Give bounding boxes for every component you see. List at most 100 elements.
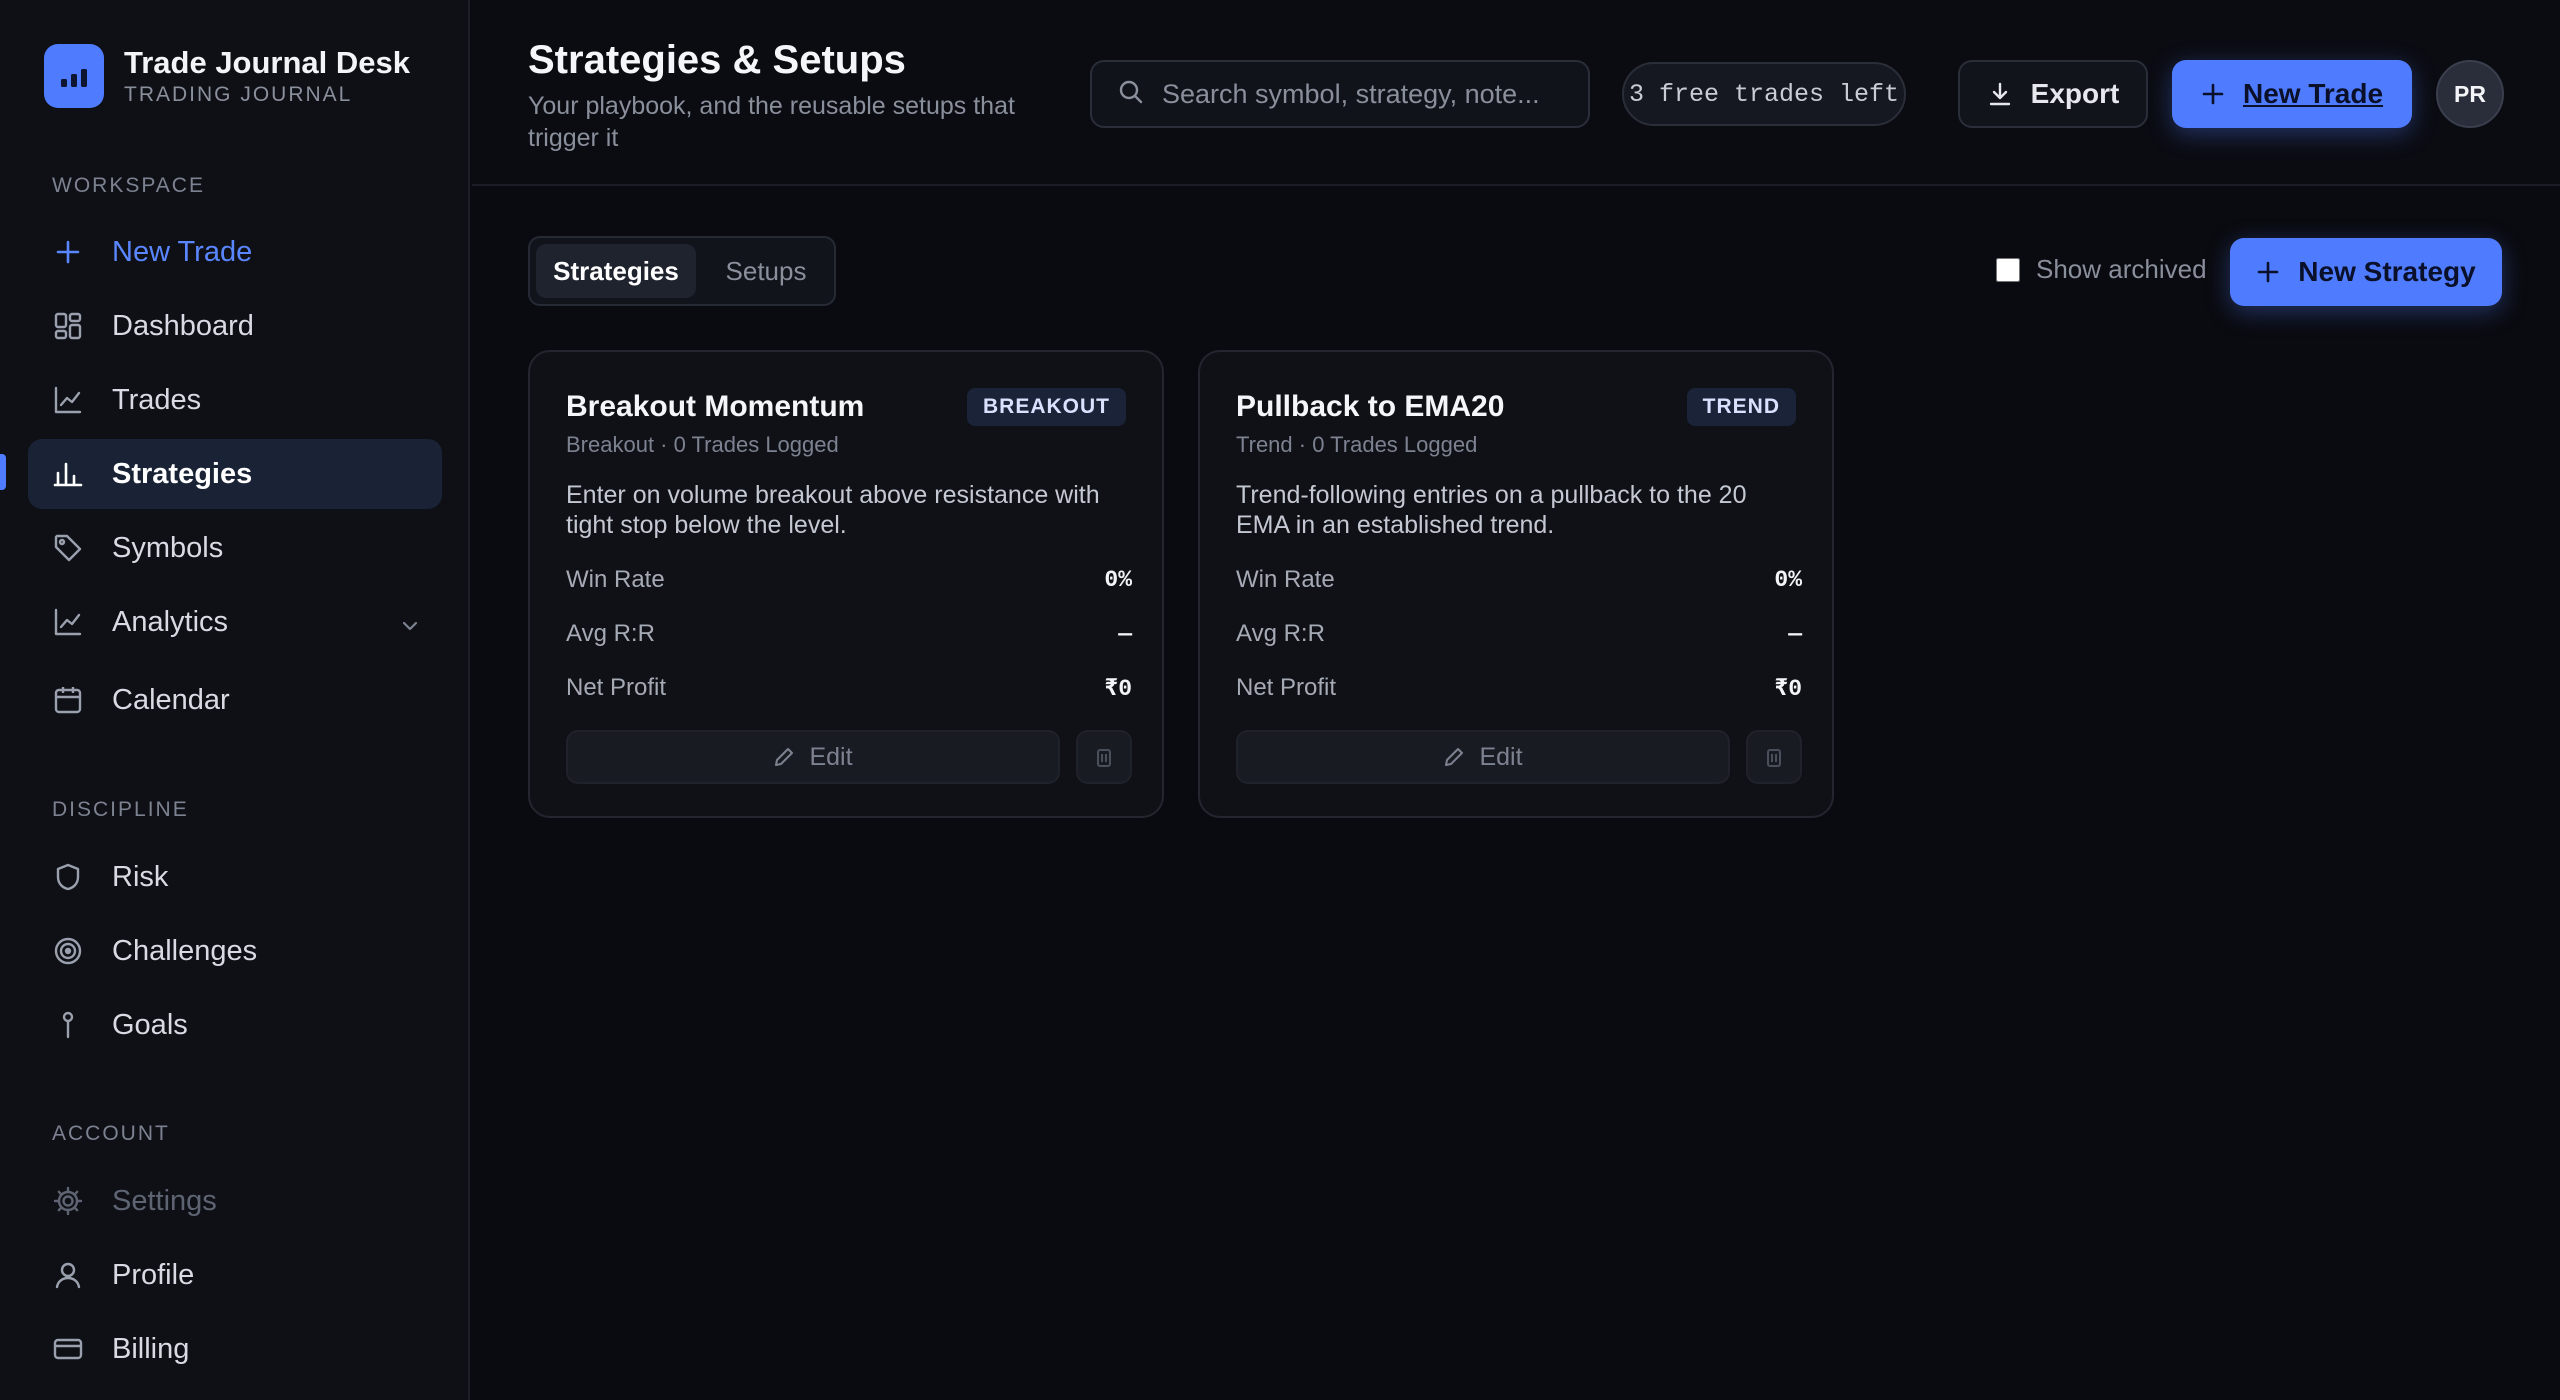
- trash-icon: [1095, 746, 1113, 768]
- sidebar-item-billing[interactable]: Billing: [28, 1314, 442, 1384]
- show-archived-checkbox[interactable]: [1996, 257, 2020, 282]
- stat-value: ₹0: [1104, 675, 1132, 702]
- top-header: Strategies & Setups Your playbook, and t…: [472, 0, 2560, 186]
- shield-icon: [52, 861, 84, 893]
- pin-icon: [52, 1009, 84, 1041]
- section-label-discipline: DISCIPLINE: [52, 798, 189, 821]
- line-chart-icon: [52, 384, 84, 416]
- sidebar-item-label: Strategies: [112, 457, 253, 490]
- stat-value: ₹0: [1774, 675, 1802, 702]
- brand-subtitle: TRADING JOURNAL: [124, 83, 353, 106]
- active-indicator: [0, 454, 6, 490]
- avatar[interactable]: PR: [2436, 60, 2504, 128]
- plus-icon: [2201, 82, 2225, 106]
- strategy-description: Trend-following entries on a pullback to…: [1236, 481, 1747, 539]
- trash-icon: [1765, 746, 1783, 768]
- sidebar-item-label: Settings: [112, 1184, 217, 1217]
- sidebar-item-calendar[interactable]: Calendar: [28, 665, 442, 735]
- delete-button[interactable]: [1746, 730, 1802, 784]
- calendar-icon: [52, 684, 84, 716]
- chevron-down-icon[interactable]: [400, 611, 420, 644]
- edit-button[interactable]: Edit: [1236, 730, 1730, 784]
- stat-value: 0%: [1104, 567, 1132, 593]
- strategy-badge: BREAKOUT: [967, 388, 1126, 426]
- sidebar-item-new-trade[interactable]: New Trade: [28, 217, 442, 287]
- stat-row-avg-rr: Avg R:R —: [566, 616, 1132, 652]
- export-label: Export: [2030, 78, 2120, 109]
- analytics-icon: [52, 606, 84, 638]
- sidebar-item-label: New Trade: [112, 235, 253, 268]
- app-root: Trade Journal Desk TRADING JOURNAL WORKS…: [0, 0, 2560, 1400]
- tab-setups[interactable]: Setups: [704, 244, 828, 298]
- new-trade-button[interactable]: New Trade: [2172, 60, 2412, 128]
- plus-icon: [2256, 260, 2280, 284]
- target-icon: [52, 935, 84, 967]
- tab-strategies[interactable]: Strategies: [536, 244, 696, 298]
- show-archived-label: Show archived: [2036, 254, 2207, 284]
- section-label-workspace: WORKSPACE: [52, 174, 205, 197]
- strategy-badge: TREND: [1686, 388, 1796, 426]
- sidebar-item-trades[interactable]: Trades: [28, 365, 442, 435]
- show-archived-toggle[interactable]: Show archived: [1996, 254, 2207, 285]
- brand-logo-icon: [44, 44, 104, 108]
- strategy-description: Enter on volume breakout above resistanc…: [566, 481, 1100, 539]
- stat-label: Avg R:R: [566, 620, 655, 647]
- export-button[interactable]: Export: [1958, 60, 2148, 128]
- stat-value: 0%: [1774, 567, 1802, 593]
- sidebar-item-label: Risk: [112, 860, 169, 893]
- bar-chart-icon: [52, 458, 84, 490]
- search-input[interactable]: [1162, 78, 1562, 110]
- stat-label: Win Rate: [566, 566, 665, 593]
- sidebar-item-label: Billing: [112, 1332, 190, 1365]
- sidebar-item-symbols[interactable]: Symbols: [28, 513, 442, 583]
- edit-button[interactable]: Edit: [566, 730, 1060, 784]
- sidebar-item-analytics[interactable]: Analytics: [28, 587, 442, 657]
- sidebar-item-label: Challenges: [112, 934, 258, 967]
- new-trade-label: New Trade: [2242, 78, 2384, 109]
- strategy-card[interactable]: Breakout Momentum BREAKOUT Breakout · 0 …: [528, 350, 1164, 818]
- pencil-icon: [1443, 746, 1465, 768]
- sidebar-item-dashboard[interactable]: Dashboard: [28, 291, 442, 361]
- stat-label: Avg R:R: [1236, 620, 1325, 647]
- sidebar-item-label: Profile: [112, 1258, 195, 1291]
- search-icon: [1118, 79, 1144, 110]
- edit-label: Edit: [1479, 742, 1523, 771]
- sidebar-item-label: Goals: [112, 1008, 188, 1041]
- stat-row-net-profit: Net Profit ₹0: [566, 670, 1132, 706]
- new-strategy-label: New Strategy: [2298, 256, 2476, 287]
- section-label-account: ACCOUNT: [52, 1122, 170, 1145]
- stat-row-win-rate: Win Rate 0%: [566, 562, 1132, 598]
- stat-row-net-profit: Net Profit ₹0: [1236, 670, 1802, 706]
- user-icon: [52, 1259, 84, 1291]
- search-box[interactable]: [1090, 60, 1590, 128]
- sidebar-item-goals[interactable]: Goals: [28, 990, 442, 1060]
- new-strategy-button[interactable]: New Strategy: [2230, 238, 2502, 306]
- strategy-meta: Trend · 0 Trades Logged: [1236, 432, 1478, 457]
- stat-label: Net Profit: [566, 674, 667, 701]
- free-trades-badge: 3 free trades left: [1622, 62, 1906, 126]
- sidebar-item-label: Analytics: [112, 605, 229, 638]
- strategy-name: Pullback to EMA20: [1236, 390, 1505, 423]
- tag-icon: [52, 532, 84, 564]
- sidebar-item-settings[interactable]: Settings: [28, 1166, 442, 1236]
- sidebar-item-strategies[interactable]: Strategies: [28, 439, 442, 509]
- pencil-icon: [773, 746, 795, 768]
- stat-row-avg-rr: Avg R:R —: [1236, 616, 1802, 652]
- strategy-card[interactable]: Pullback to EMA20 TREND Trend · 0 Trades…: [1198, 350, 1834, 818]
- delete-button[interactable]: [1076, 730, 1132, 784]
- brand-title: Trade Journal Desk: [124, 45, 411, 80]
- stat-row-win-rate: [566, 912, 1132, 948]
- stat-value: —: [1118, 621, 1132, 647]
- sidebar-item-label: Calendar: [112, 683, 230, 716]
- plus-icon: [52, 236, 84, 268]
- sidebar-item-label: Dashboard: [112, 309, 254, 342]
- view-tabs: Strategies Setups: [528, 236, 836, 306]
- page-subtitle: Your playbook, and the reusable setups t…: [528, 92, 1015, 152]
- sidebar-item-challenges[interactable]: Challenges: [28, 916, 442, 986]
- sidebar-item-profile[interactable]: Profile: [28, 1240, 442, 1310]
- sidebar-item-label: Symbols: [112, 531, 224, 564]
- sidebar: Trade Journal Desk TRADING JOURNAL WORKS…: [0, 0, 470, 1400]
- sidebar-item-risk[interactable]: Risk: [28, 842, 442, 912]
- credit-card-icon: [52, 1333, 84, 1365]
- brand[interactable]: Trade Journal Desk TRADING JOURNAL: [44, 44, 410, 108]
